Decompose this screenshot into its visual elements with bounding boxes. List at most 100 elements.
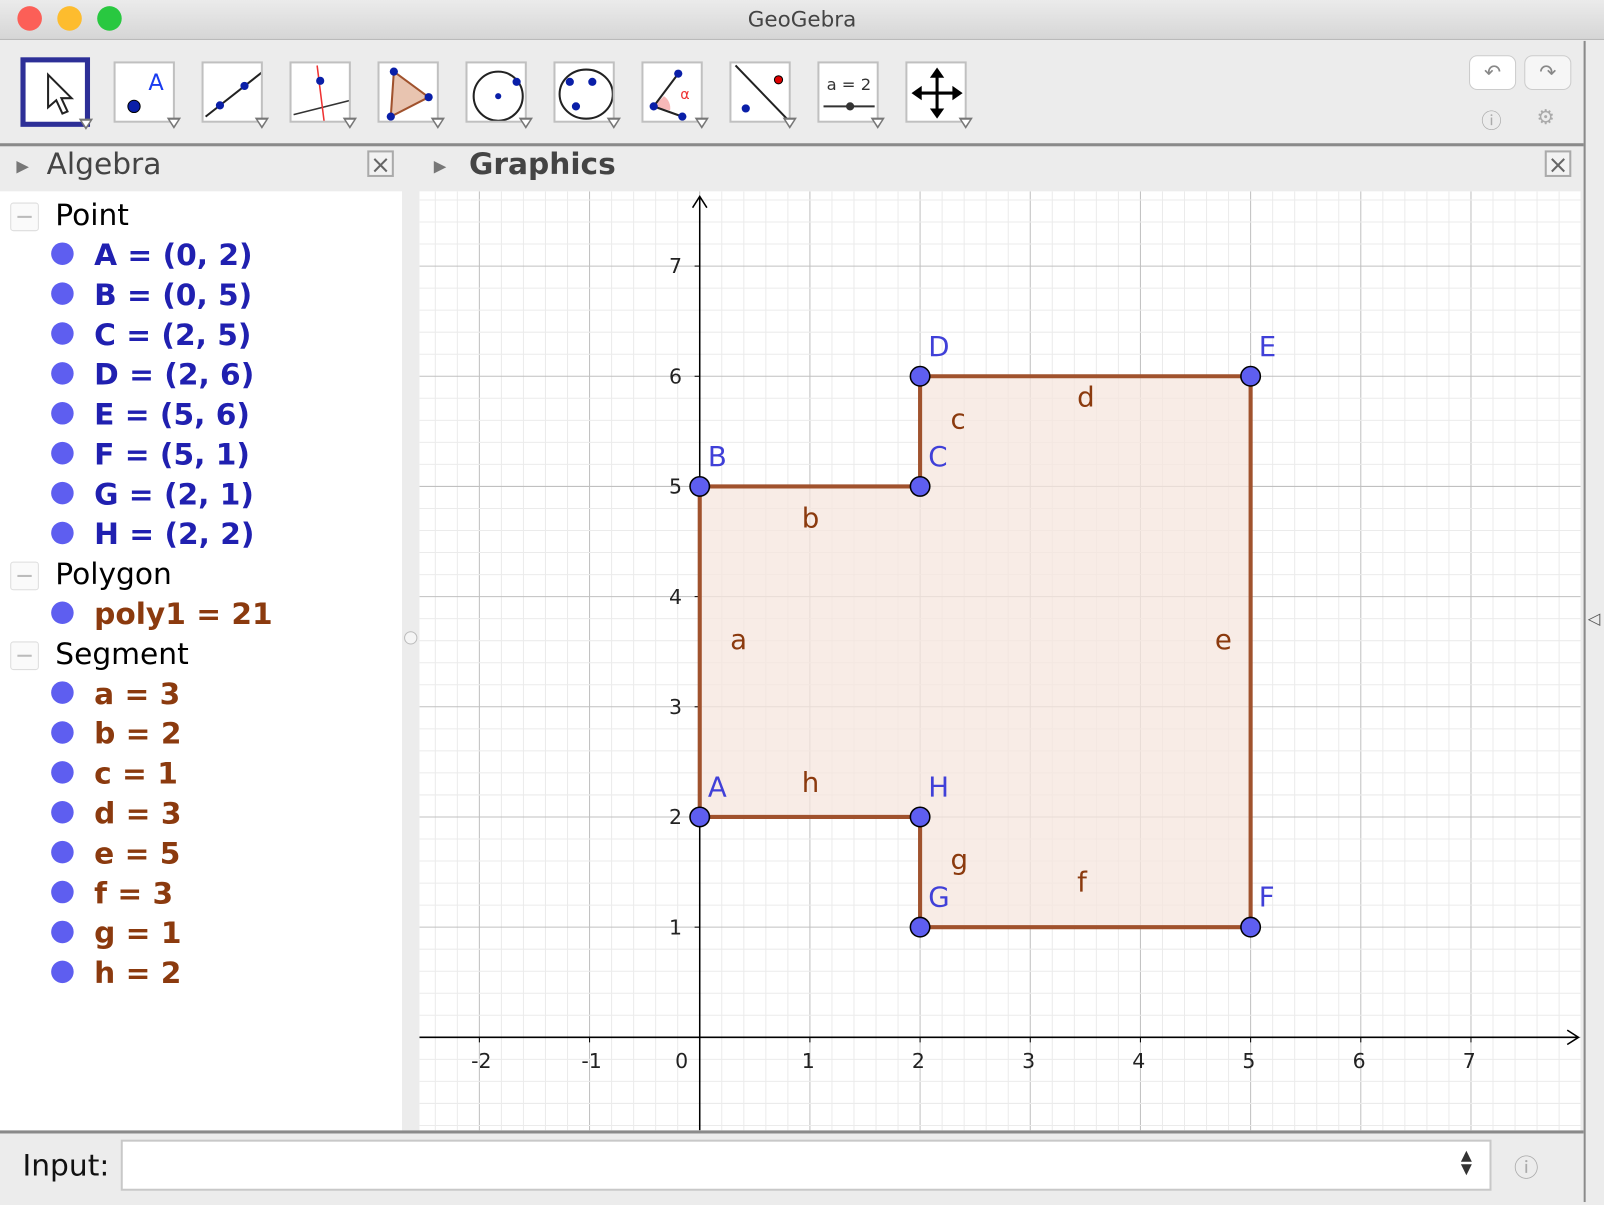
help-icon[interactable]: ⓘ — [1481, 104, 1501, 134]
algebra-item[interactable]: D = (2, 6) — [51, 357, 254, 397]
algebra-category-point[interactable]: Point — [10, 197, 129, 237]
segment-label: b — [802, 502, 820, 535]
algebra-category-segment[interactable]: Segment — [10, 636, 189, 676]
point-G[interactable] — [909, 916, 931, 938]
y-tick-label: 5 — [669, 475, 682, 499]
side-panel-toggle[interactable]: ◁ — [1583, 40, 1604, 1203]
algebra-item[interactable]: H = (2, 2) — [51, 517, 254, 557]
algebra-item[interactable]: A = (0, 2) — [51, 237, 253, 277]
close-graphics-button[interactable]: × — [1544, 150, 1572, 177]
visibility-toggle-icon[interactable] — [51, 960, 74, 984]
line-icon — [204, 71, 261, 118]
algebra-item[interactable]: b = 2 — [51, 716, 182, 756]
slider-tool[interactable]: a = 2 — [817, 61, 885, 129]
visibility-toggle-icon[interactable] — [51, 721, 74, 744]
visibility-toggle-icon[interactable] — [51, 601, 74, 625]
window-title: GeoGebra — [747, 7, 857, 32]
visibility-toggle-icon[interactable] — [51, 402, 74, 425]
algebra-item[interactable]: e = 5 — [51, 836, 180, 876]
algebra-item[interactable]: f = 3 — [51, 876, 173, 916]
input-help-icon[interactable]: ⓘ — [1514, 1148, 1539, 1184]
visibility-toggle-icon[interactable] — [51, 322, 74, 345]
perpendicular-line-tool[interactable] — [289, 61, 358, 129]
algebra-item[interactable]: G = (2, 1) — [51, 477, 254, 517]
angle-tool[interactable]: α — [641, 61, 709, 129]
collapse-minus-icon[interactable] — [10, 202, 39, 232]
visibility-toggle-icon[interactable] — [51, 282, 74, 305]
undo-icon: ↶ — [1483, 59, 1502, 84]
algebra-item[interactable]: E = (5, 6) — [51, 397, 250, 437]
algebra-item-text: b = 2 — [94, 716, 182, 751]
algebra-item[interactable]: g = 1 — [51, 916, 182, 956]
segment-label: c — [950, 403, 965, 436]
circle-three-points-tool[interactable] — [553, 61, 621, 129]
visibility-toggle-icon[interactable] — [51, 920, 74, 944]
algebra-category-polygon[interactable]: Polygon — [10, 557, 172, 597]
history-updown-icon[interactable]: ▲ ▼ — [1461, 1149, 1472, 1177]
collapse-triangle-icon[interactable]: ▶ — [16, 156, 29, 175]
graphics-canvas[interactable]: -2 -1 0 1 2 3 4 5 6 7 1 2 3 4 5 6 7 a b c d e f g h A B C D E F G H — [419, 191, 1581, 1131]
point-label: F — [1259, 881, 1275, 914]
visibility-toggle-icon[interactable] — [51, 801, 74, 824]
graphics-view[interactable]: -2 -1 0 1 2 3 4 5 6 7 1 2 3 4 5 6 7 a b c d e f g h A B C D E F G H — [419, 191, 1581, 1131]
settings-gear-icon[interactable]: ⚙ — [1537, 104, 1555, 129]
segment-label: f — [1077, 865, 1088, 898]
algebra-item[interactable]: B = (0, 5) — [51, 277, 252, 317]
reflect-about-line-icon — [734, 64, 789, 121]
algebra-item[interactable]: F = (5, 1) — [51, 437, 250, 477]
point-D[interactable] — [909, 365, 931, 387]
visibility-toggle-icon[interactable] — [51, 681, 74, 704]
visibility-toggle-icon[interactable] — [51, 840, 74, 864]
point-B[interactable] — [689, 475, 711, 497]
point-label: H — [928, 771, 949, 804]
algebra-view[interactable]: Point A = (0, 2) B = (0, 5) C = (2, 5) D = (… — [0, 191, 403, 1131]
circle-three-points-icon — [558, 68, 613, 120]
point-E[interactable] — [1240, 365, 1262, 387]
category-label: Polygon — [55, 556, 172, 592]
polygon-tool[interactable] — [377, 61, 446, 129]
point-H[interactable] — [909, 806, 931, 828]
visibility-toggle-icon[interactable] — [51, 521, 74, 545]
arrow-cursor-icon — [47, 72, 75, 115]
svg-text:A: A — [148, 70, 164, 96]
visibility-toggle-icon[interactable] — [51, 242, 74, 265]
input-field[interactable] — [120, 1139, 1492, 1191]
point-A[interactable] — [689, 806, 711, 828]
circle-center-point-tool[interactable] — [465, 61, 533, 129]
algebra-item[interactable]: h = 2 — [51, 955, 181, 995]
visibility-toggle-icon[interactable] — [51, 481, 74, 505]
polygon-icon — [386, 67, 433, 121]
visibility-toggle-icon[interactable] — [51, 441, 74, 465]
algebra-item[interactable]: C = (2, 5) — [51, 317, 251, 357]
algebra-item[interactable]: d = 3 — [51, 796, 182, 836]
close-algebra-button[interactable]: × — [367, 150, 394, 177]
point-C[interactable] — [909, 475, 931, 497]
collapse-minus-icon[interactable] — [10, 561, 39, 591]
algebra-item-text: A = (0, 2) — [94, 237, 253, 273]
title-bar: GeoGebra — [0, 0, 1604, 40]
visibility-toggle-icon[interactable] — [51, 362, 74, 385]
visibility-toggle-icon[interactable] — [51, 761, 74, 784]
algebra-item[interactable]: poly1 = 21 — [51, 596, 273, 636]
move-tool[interactable] — [20, 57, 94, 130]
algebra-item[interactable]: a = 3 — [51, 676, 180, 716]
graphics-title: Graphics — [468, 146, 616, 182]
expand-triangle-icon[interactable]: ◁ — [1588, 609, 1601, 628]
point-tool[interactable]: A — [113, 61, 182, 129]
algebra-item-text: B = (0, 5) — [94, 277, 253, 313]
panel-divider[interactable] — [402, 191, 420, 1131]
redo-button[interactable]: ↷ — [1524, 55, 1572, 91]
point-F[interactable] — [1240, 916, 1262, 938]
reflect-tool[interactable] — [729, 61, 797, 129]
collapse-minus-icon[interactable] — [10, 641, 39, 671]
divider-handle-icon[interactable] — [404, 631, 418, 645]
visibility-toggle-icon[interactable] — [51, 880, 74, 904]
collapse-triangle-icon[interactable]: ▶ — [434, 156, 447, 175]
line-tool[interactable] — [201, 61, 270, 129]
algebra-item[interactable]: c = 1 — [51, 756, 178, 796]
algebra-item-text: e = 5 — [94, 835, 181, 871]
move-graphics-view-tool[interactable] — [905, 61, 973, 129]
undo-button[interactable]: ↶ — [1469, 55, 1517, 91]
toolbar: A α a = 2 ↶ ↷ ⓘ ⚙ — [0, 41, 1584, 147]
point-label: D — [928, 330, 949, 363]
